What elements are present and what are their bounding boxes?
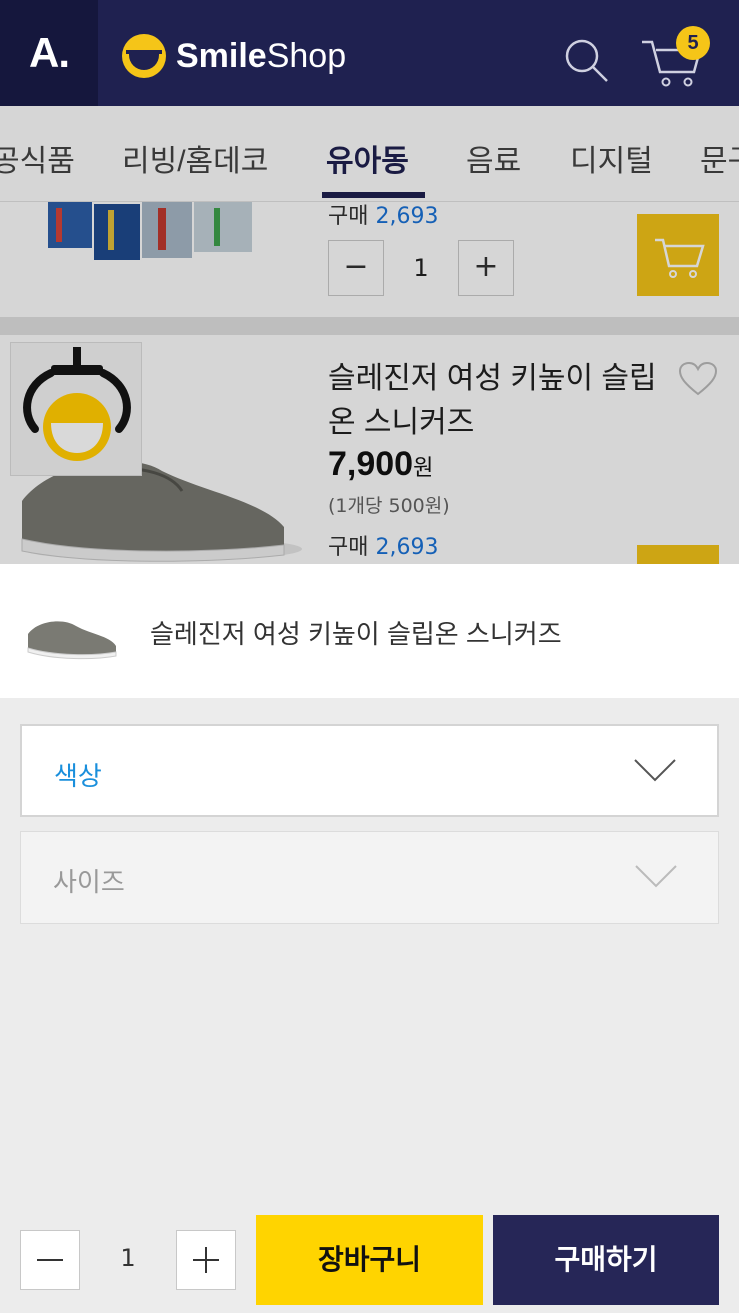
- brand-logo-a[interactable]: A.: [0, 0, 98, 106]
- plus-icon: [193, 1247, 219, 1273]
- smile-logo-icon: [122, 34, 166, 78]
- buy-now-button[interactable]: 구매하기: [493, 1215, 719, 1305]
- app-header: A. SmileShop 5: [0, 0, 739, 106]
- dim-overlay[interactable]: [0, 106, 739, 564]
- size-option-label: 사이즈: [53, 867, 125, 897]
- size-option-select[interactable]: 사이즈: [20, 831, 719, 924]
- sheet-product-title: 슬레진저 여성 키높이 슬립온 스니커즈: [150, 619, 562, 649]
- sheet-product-header: 슬레진저 여성 키높이 슬립온 스니커즈: [0, 564, 739, 698]
- minus-icon: [37, 1259, 63, 1261]
- smile-shop-wordmark: SmileShop: [176, 36, 347, 75]
- increase-quantity-button[interactable]: [176, 1230, 236, 1290]
- option-bottom-sheet: 슬레진저 여성 키높이 슬립온 스니커즈 색상 사이즈 1 장바구니 구매하기: [0, 564, 739, 1313]
- quantity-value: 1: [120, 1244, 136, 1272]
- smile-shop-logo[interactable]: SmileShop: [122, 34, 347, 78]
- color-option-select[interactable]: 색상: [20, 724, 719, 817]
- search-icon[interactable]: [562, 36, 610, 84]
- chevron-down-icon: [635, 865, 677, 888]
- chevron-down-icon: [634, 759, 676, 782]
- cart-count-badge: 5: [676, 26, 710, 60]
- product-thumbnail: [27, 621, 117, 660]
- decrease-quantity-button[interactable]: [20, 1230, 80, 1290]
- add-to-cart-button[interactable]: 장바구니: [256, 1215, 483, 1305]
- color-option-label: 색상: [54, 761, 102, 791]
- claw-grab-icon: [10, 342, 142, 476]
